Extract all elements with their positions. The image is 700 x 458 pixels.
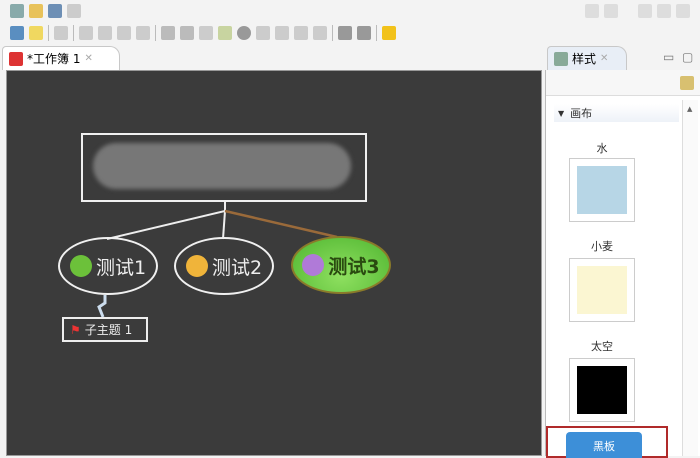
section-canvas[interactable]: ▼ 画布 (554, 104, 679, 122)
topic-2[interactable]: 测试2 (174, 237, 274, 295)
smile-emoji-icon (69, 255, 92, 277)
list-icon[interactable] (275, 26, 289, 40)
link-icon[interactable] (161, 26, 175, 40)
relationship-icon[interactable] (294, 26, 308, 40)
arrow-up-icon[interactable] (382, 26, 396, 40)
scroll-up-icon[interactable]: ▲ (683, 105, 692, 113)
style-swatch-water[interactable] (569, 158, 635, 222)
style-swatch-wheat[interactable] (569, 258, 635, 322)
subtopic-label: 子主题 1 (84, 323, 133, 337)
mindmap-canvas[interactable]: 测试1 测试2 测试3 ⚑ 子主题 1 (6, 70, 542, 456)
subtopic-1[interactable]: ⚑ 子主题 1 (62, 317, 148, 342)
print-icon[interactable] (67, 4, 81, 18)
topic-label: 测试2 (211, 256, 263, 279)
topic-label: 测试1 (95, 256, 147, 279)
style-blackboard-button[interactable]: 黑板 (566, 432, 642, 458)
undo-icon[interactable] (585, 4, 599, 18)
scrollbar[interactable]: ▲ (682, 100, 698, 456)
style-swatch-space[interactable] (569, 358, 635, 422)
surprised-emoji-icon (302, 254, 325, 276)
collapse-icon: ▼ (558, 108, 565, 118)
redo-icon[interactable] (604, 4, 618, 18)
tab-workbook[interactable]: *工作簿 1 ✕ (2, 46, 120, 70)
maximize-icon[interactable]: ▢ (682, 50, 693, 64)
xmind-icon (9, 51, 23, 66)
note-icon[interactable] (218, 26, 232, 40)
label-icon[interactable] (256, 26, 270, 40)
style-label: 水 (596, 142, 608, 155)
save-icon[interactable] (48, 4, 62, 18)
toolbar-row-1 (10, 4, 81, 18)
callout-icon[interactable] (98, 26, 112, 40)
open-folder-icon[interactable] (29, 4, 43, 18)
styles-icon (554, 51, 568, 66)
insert-icon[interactable] (54, 26, 68, 40)
cut-icon[interactable] (638, 4, 652, 18)
close-icon[interactable]: ✕ (84, 53, 92, 64)
tab-styles[interactable]: 样式 ✕ (547, 46, 627, 70)
style-label: 太空 (591, 340, 613, 353)
toolbar-right (585, 4, 690, 18)
central-topic[interactable] (81, 133, 367, 202)
style-label: 小麦 (591, 240, 613, 253)
section-title: 画布 (570, 107, 593, 120)
topic-1[interactable]: 测试1 (58, 237, 158, 295)
boundary-icon[interactable] (117, 26, 131, 40)
subtopic-icon[interactable] (79, 26, 93, 40)
topic-3-selected[interactable]: 测试3 (291, 236, 391, 294)
new-icon[interactable] (10, 4, 24, 18)
drill-up-icon[interactable] (357, 26, 371, 40)
image-icon[interactable] (180, 26, 194, 40)
toolbar-row-2 (10, 25, 396, 41)
idea-icon[interactable] (29, 26, 43, 40)
topic-label: 测试3 (328, 255, 380, 278)
copy-icon[interactable] (657, 4, 671, 18)
globe-icon[interactable] (237, 26, 251, 40)
blurred-title (93, 143, 351, 189)
style-editor-icon[interactable] (680, 76, 694, 90)
paste-icon[interactable] (676, 4, 690, 18)
attachment-icon[interactable] (313, 26, 327, 40)
styles-panel: ▼ 画布 水 小麦 太空 黑板 ▲ (545, 70, 700, 458)
tab-title: *工作簿 1 (27, 52, 81, 66)
close-icon[interactable]: ✕ (600, 53, 608, 64)
minimize-icon[interactable]: ▭ (663, 50, 674, 64)
flag-icon: ⚑ (70, 322, 81, 337)
laugh-emoji-icon (185, 255, 208, 277)
topic-icon[interactable] (10, 26, 24, 40)
summary-icon[interactable] (136, 26, 150, 40)
tab-title: 样式 (572, 52, 597, 66)
marker-icon[interactable] (199, 26, 213, 40)
drill-down-icon[interactable] (338, 26, 352, 40)
